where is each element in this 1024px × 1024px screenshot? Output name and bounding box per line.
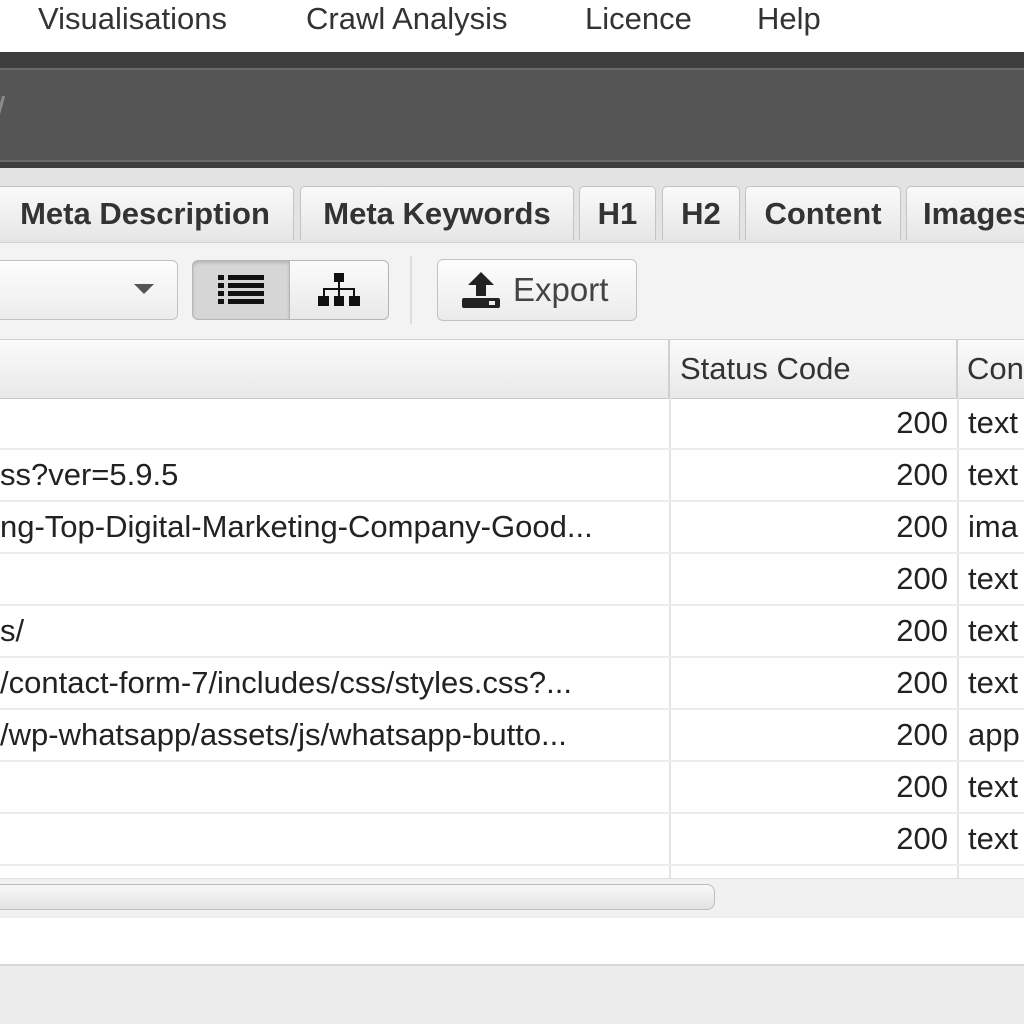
cell-content-type: text xyxy=(968,613,1018,648)
table-header: Status Code Con xyxy=(0,340,1024,399)
table-row[interactable]: s/ 200 text xyxy=(0,606,1024,658)
cell-content-type: ima xyxy=(968,509,1018,544)
tree-view-button[interactable] xyxy=(289,260,389,320)
menu-licence[interactable]: Licence xyxy=(585,0,692,38)
column-divider[interactable] xyxy=(956,340,958,398)
cell-content-type: text xyxy=(968,405,1018,440)
detail-panel xyxy=(0,918,1024,966)
table-row[interactable]: 200 text xyxy=(0,814,1024,866)
tab-meta-keywords[interactable]: Meta Keywords xyxy=(300,186,574,240)
column-header-content-type[interactable]: Con xyxy=(967,340,1024,398)
cell-status-code: 200 xyxy=(896,457,948,492)
chevron-down-icon xyxy=(134,284,154,294)
cell-content-type: text xyxy=(968,769,1018,804)
column-header-status-code[interactable]: Status Code xyxy=(680,340,950,398)
cell-content-type: text xyxy=(968,821,1018,856)
results-table[interactable]: Status Code Con 200 text ss?ver=5.9.5 20… xyxy=(0,340,1024,880)
cell-address xyxy=(0,762,664,812)
cell-content-type: text xyxy=(968,665,1018,700)
table-row[interactable]: /contact-form-7/includes/css/styles.css?… xyxy=(0,658,1024,710)
cell-status-code: 200 xyxy=(896,613,948,648)
cell-address: s/ xyxy=(0,613,25,648)
cell-address: ss?ver=5.9.5 xyxy=(0,457,179,492)
cell-address: ng-Top-Digital-Marketing-Company-Good... xyxy=(0,509,593,544)
menu-help[interactable]: Help xyxy=(757,0,821,38)
horizontal-scrollbar-thumb[interactable] xyxy=(0,884,715,910)
cell-address: /contact-form-7/includes/css/styles.css?… xyxy=(0,665,572,700)
menu-bar: Visualisations Crawl Analysis Licence He… xyxy=(0,0,1024,56)
menu-crawl-analysis[interactable]: Crawl Analysis xyxy=(306,0,508,38)
tab-h1[interactable]: H1 xyxy=(579,186,656,240)
table-row[interactable]: ng-Top-Digital-Marketing-Company-Good...… xyxy=(0,502,1024,554)
list-icon xyxy=(218,275,264,304)
cell-content-type: text xyxy=(968,561,1018,596)
table-row[interactable]: ss?ver=5.9.5 200 text xyxy=(0,450,1024,502)
table-row[interactable]: 200 text xyxy=(0,398,1024,450)
tree-icon xyxy=(318,273,360,306)
cell-status-code: 200 xyxy=(896,405,948,440)
column-divider[interactable] xyxy=(668,340,670,398)
menu-visualisations[interactable]: Visualisations xyxy=(38,0,227,38)
export-button[interactable]: Export xyxy=(437,259,637,321)
export-label: Export xyxy=(513,271,609,308)
cell-address xyxy=(0,554,664,604)
list-view-button[interactable] xyxy=(192,260,290,320)
tab-images[interactable]: Images xyxy=(906,186,1024,240)
table-row[interactable]: 200 text xyxy=(0,762,1024,814)
cell-status-code: 200 xyxy=(896,665,948,700)
cell-address xyxy=(0,398,664,448)
tab-h2[interactable]: H2 xyxy=(662,186,740,240)
url-input[interactable] xyxy=(0,68,1024,162)
toolbar-divider xyxy=(410,256,412,324)
url-text: / xyxy=(0,90,5,135)
status-bar xyxy=(0,966,1024,1024)
cell-status-code: 200 xyxy=(896,717,948,752)
table-row[interactable]: /wp-whatsapp/assets/js/whatsapp-butto...… xyxy=(0,710,1024,762)
cell-address xyxy=(0,814,664,864)
upload-icon xyxy=(462,272,500,308)
cell-content-type: text xyxy=(968,457,1018,492)
tab-meta-description[interactable]: Meta Description xyxy=(0,186,294,240)
cell-status-code: 200 xyxy=(896,769,948,804)
cell-status-code: 200 xyxy=(896,509,948,544)
cell-status-code: 200 xyxy=(896,561,948,596)
cell-status-code: 200 xyxy=(896,821,948,856)
cell-address: /wp-whatsapp/assets/js/whatsapp-butto... xyxy=(0,717,567,752)
tab-content[interactable]: Content xyxy=(745,186,901,240)
cell-content-type: app xyxy=(968,717,1020,752)
column-header-address[interactable] xyxy=(0,340,668,398)
table-row[interactable]: 200 text xyxy=(0,554,1024,606)
